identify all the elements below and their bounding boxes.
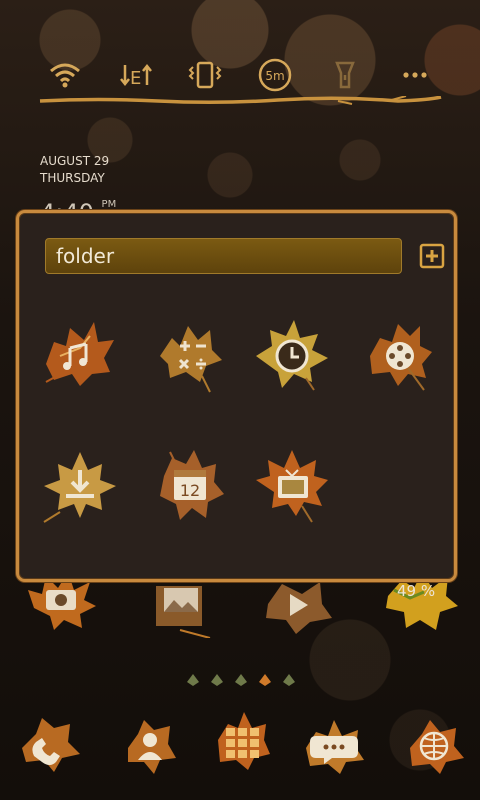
add-app-button[interactable] (419, 243, 445, 269)
music-app[interactable] (40, 316, 120, 396)
flashlight-icon[interactable] (325, 55, 365, 95)
folder-name-field[interactable]: folder (45, 238, 402, 274)
app-drawer-icon[interactable] (214, 710, 272, 772)
browser-icon[interactable] (406, 718, 466, 776)
calendar-app[interactable]: 12 (152, 446, 232, 526)
date-widget: AUGUST 29 THURSDAY (40, 153, 109, 187)
tv-app[interactable] (252, 446, 332, 526)
timeout-icon[interactable]: 5m (255, 55, 295, 95)
more-icon[interactable] (395, 55, 435, 95)
calendar-day: 12 (180, 481, 200, 500)
battery-label: 49 % (397, 582, 436, 600)
download-icon (43, 452, 116, 523)
clock-icon (256, 320, 328, 391)
download-app[interactable] (40, 446, 120, 526)
svg-text:E: E (130, 68, 141, 89)
time-suffix: PM (101, 199, 117, 210)
video-app[interactable] (364, 316, 444, 396)
contacts-icon[interactable] (124, 718, 178, 776)
messages-icon[interactable] (302, 718, 366, 774)
timeout-label: 5m (265, 69, 284, 83)
clock-app[interactable] (252, 316, 332, 396)
phone-icon[interactable] (18, 714, 82, 774)
calculator-icon (160, 326, 222, 393)
quick-settings-bar: E 5m (0, 50, 480, 98)
video-icon (370, 324, 432, 391)
music-icon (45, 322, 114, 386)
weekday-label: THURSDAY (40, 171, 105, 185)
vibrate-icon[interactable] (185, 55, 225, 95)
play-store-icon[interactable] (262, 574, 336, 634)
calculator-app[interactable] (152, 316, 232, 396)
folder-popup: folder 12 (16, 210, 457, 582)
data-transfer-icon[interactable]: E (115, 55, 155, 95)
calendar-icon: 12 (160, 450, 224, 520)
wifi-icon[interactable] (45, 55, 85, 95)
tv-icon (256, 450, 328, 523)
date-label: AUGUST 29 (40, 154, 110, 168)
branch-divider (39, 96, 442, 105)
dock (0, 700, 480, 800)
page-indicator (187, 674, 295, 686)
